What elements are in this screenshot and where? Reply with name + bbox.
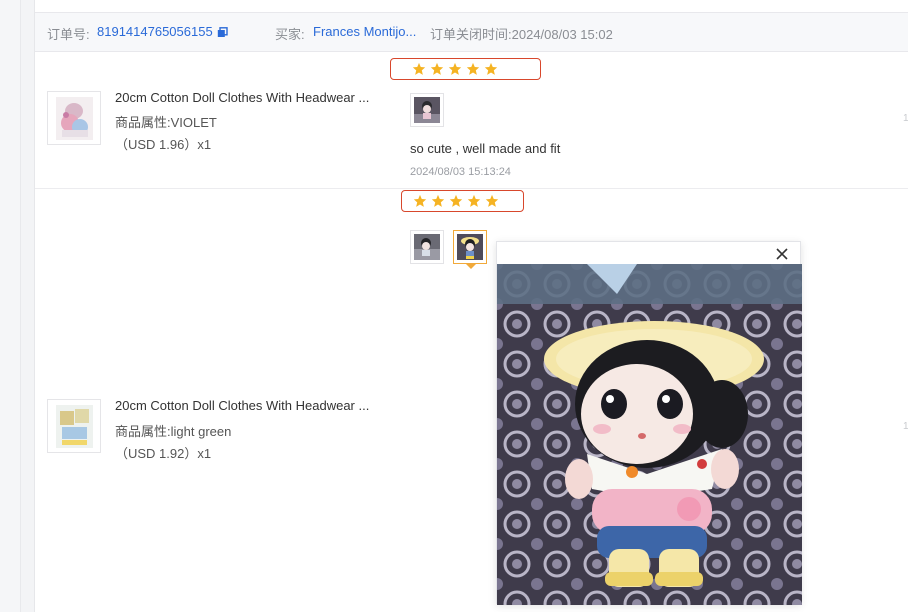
star-icon xyxy=(413,194,427,207)
order-item-row: 20cm Cotton Doll Clothes With Headwear .… xyxy=(35,189,908,612)
product-attribute: 商品属性:light green xyxy=(115,421,231,440)
product-price: （USD 1.96）x1 xyxy=(115,137,212,152)
left-sidebar-strip xyxy=(0,0,21,612)
star-icon xyxy=(430,62,444,75)
selected-indicator-arrow xyxy=(466,264,476,269)
order-item-row: 20cm Cotton Doll Clothes With Headwear .… xyxy=(35,51,908,189)
product-image xyxy=(56,405,93,448)
star-icon xyxy=(467,194,481,207)
product-title[interactable]: 20cm Cotton Doll Clothes With Headwear .… xyxy=(115,90,369,105)
order-header: 订单号: 8191414765056155 买家: Frances Montij… xyxy=(35,12,908,52)
star-icon xyxy=(466,62,480,75)
review-photo-thumbnail-selected[interactable] xyxy=(453,230,487,269)
review-photo-thumbnail[interactable] xyxy=(410,93,444,127)
star-icon xyxy=(485,194,499,207)
product-image xyxy=(56,97,93,140)
star-icon xyxy=(412,62,426,75)
rating-stars-highlight xyxy=(390,58,541,80)
order-number-label: 订单号: xyxy=(47,27,90,42)
product-price: （USD 1.92）x1 xyxy=(115,446,212,461)
copy-icon[interactable] xyxy=(217,27,228,38)
review-photo-preview-popup xyxy=(496,241,802,605)
product-attribute: 商品属性:VIOLET xyxy=(115,112,217,131)
review-photo xyxy=(414,234,440,260)
star-icon xyxy=(449,194,463,207)
rating-stars-highlight xyxy=(401,190,524,212)
attribute-value: VIOLET xyxy=(170,115,217,130)
star-icon xyxy=(448,62,462,75)
star-icon xyxy=(431,194,445,207)
order-number-link[interactable]: 8191414765056155 xyxy=(97,24,213,39)
review-photo-large xyxy=(497,264,802,605)
attribute-label: 商品属性: xyxy=(115,424,171,439)
row-right-mark: 1 xyxy=(903,113,908,124)
review-photo xyxy=(414,97,440,123)
row-right-mark: 1 xyxy=(903,421,908,432)
attribute-value: light green xyxy=(170,424,232,439)
review-photo-thumbnail[interactable] xyxy=(410,230,444,264)
review-photo xyxy=(457,234,483,260)
attribute-label: 商品属性: xyxy=(115,115,171,130)
close-time-value: 2024/08/03 15:02 xyxy=(511,27,613,42)
order-close-time: 订单关闭时间:2024/08/03 15:02 xyxy=(430,24,613,43)
product-thumbnail[interactable] xyxy=(47,399,101,453)
buyer-label: 买家: xyxy=(275,27,305,42)
star-icon xyxy=(484,62,498,75)
review-time: 2024/08/03 15:13:24 xyxy=(410,166,511,178)
product-title[interactable]: 20cm Cotton Doll Clothes With Headwear .… xyxy=(115,398,369,413)
product-thumbnail[interactable] xyxy=(47,91,101,145)
buyer-name-link[interactable]: Frances Montijo... xyxy=(313,24,416,39)
close-time-label: 订单关闭时间: xyxy=(430,27,512,42)
order-panel: 订单号: 8191414765056155 买家: Frances Montij… xyxy=(34,0,908,612)
close-icon[interactable] xyxy=(773,245,791,263)
review-text: so cute , well made and fit xyxy=(410,141,561,156)
